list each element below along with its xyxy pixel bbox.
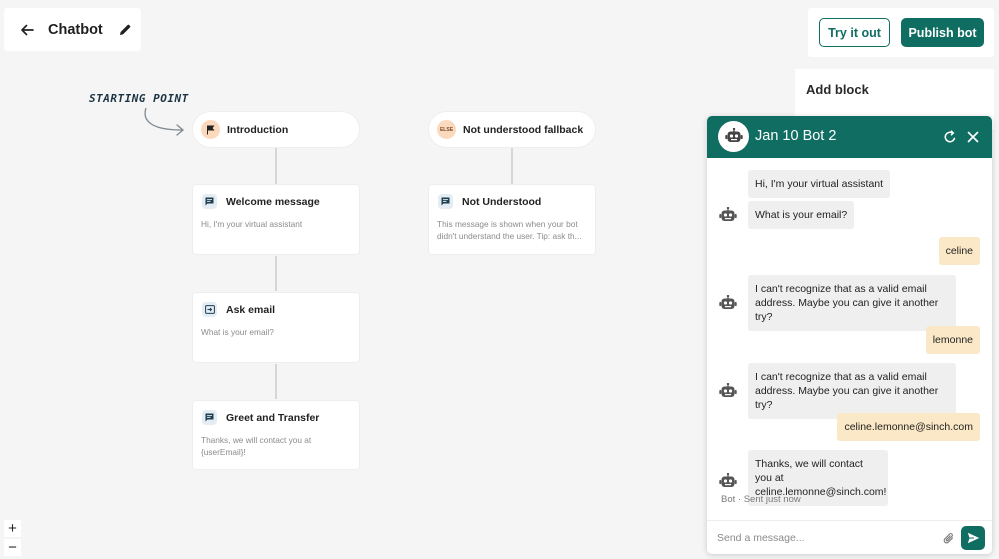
restart-icon[interactable] [941, 128, 959, 146]
connector-line [275, 256, 277, 291]
page-title: Chatbot [48, 21, 103, 38]
else-badge: ELSE [437, 120, 456, 139]
zoom-out-button[interactable]: − [4, 539, 21, 556]
chat-widget: Jan 10 Bot 2 Hi, I'm your virtual assist… [707, 116, 992, 554]
message-status: Bot · Sent just now [721, 494, 801, 505]
send-icon [967, 532, 979, 544]
card-title: Welcome message [226, 195, 320, 208]
pencil-icon[interactable] [117, 22, 133, 38]
message-icon [438, 194, 453, 209]
input-icon [202, 302, 217, 317]
welcome-message-card[interactable]: Welcome message Hi, I'm your virtual ass… [193, 185, 359, 254]
starting-point-label: STARTING POINT [89, 92, 189, 105]
message-input[interactable] [717, 529, 932, 547]
starting-arrow-icon [144, 107, 185, 136]
card-description: This message is shown when your bot didn… [437, 219, 582, 241]
top-actions: Try it out Publish bot [808, 8, 994, 57]
bot-message: I can't recognize that as a valid email … [748, 275, 956, 331]
introduction-label: Introduction [227, 123, 289, 136]
card-description: Thanks, we will contact you at {userEmai… [201, 435, 312, 457]
user-message: lemonne [925, 326, 980, 354]
bot-message: I can't recognize that as a valid email … [748, 363, 956, 419]
card-title: Greet and Transfer [226, 411, 320, 424]
robot-icon [718, 206, 737, 225]
connector-line [275, 364, 277, 399]
greet-and-transfer-card[interactable]: Greet and Transfer Thanks, we will conta… [193, 401, 359, 469]
robot-icon [718, 382, 737, 401]
message-icon [202, 194, 217, 209]
robot-icon [718, 121, 749, 152]
chat-composer [707, 520, 992, 554]
try-it-out-button[interactable]: Try it out [819, 18, 890, 47]
user-message: celine.lemonne@sinch.com [837, 413, 980, 441]
card-title: Ask email [226, 303, 276, 316]
connector-line [275, 148, 277, 185]
bot-message: What is your email? [748, 201, 855, 229]
paperclip-icon[interactable] [942, 531, 956, 545]
flag-icon [201, 120, 220, 139]
not-understood-card[interactable]: Not Understood This message is shown whe… [429, 185, 595, 254]
robot-icon [718, 294, 737, 313]
user-message: celine [938, 237, 980, 265]
publish-bot-button[interactable]: Publish bot [901, 18, 984, 47]
add-block-label: Add block [806, 82, 869, 97]
message-icon [202, 410, 217, 425]
robot-icon [718, 472, 737, 491]
close-icon[interactable] [964, 128, 982, 146]
fallback-node[interactable]: ELSE Not understood fallback [429, 112, 595, 147]
card-description: What is your email? [201, 327, 274, 337]
zoom-in-button[interactable]: + [4, 520, 21, 537]
title-panel: Chatbot [4, 8, 141, 51]
fallback-label: Not understood fallback [463, 123, 584, 136]
card-description: Hi, I'm your virtual assistant [201, 219, 303, 229]
chat-bot-name: Jan 10 Bot 2 [755, 128, 837, 144]
chat-header: Jan 10 Bot 2 [707, 116, 992, 158]
ask-email-card[interactable]: Ask email What is your email? [193, 293, 359, 362]
card-title: Not Understood [462, 195, 542, 208]
introduction-node[interactable]: Introduction [193, 112, 359, 147]
connector-line [511, 148, 513, 185]
bot-message: Hi, I'm your virtual assistant [748, 170, 891, 198]
back-arrow-icon[interactable] [18, 21, 36, 39]
send-button[interactable] [961, 526, 985, 550]
